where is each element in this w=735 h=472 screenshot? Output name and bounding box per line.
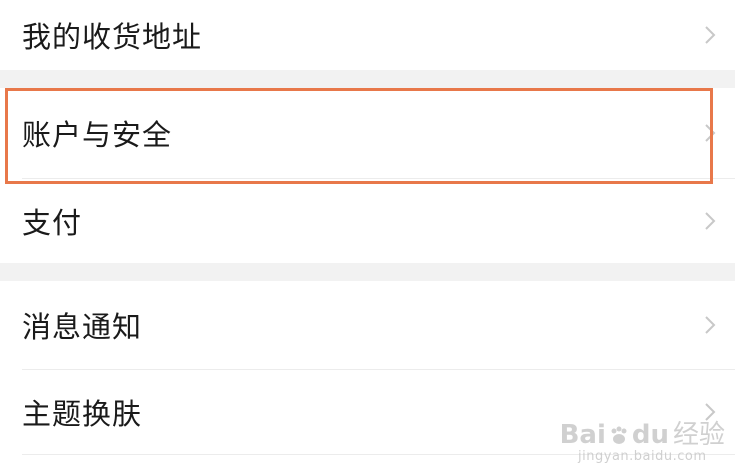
section-separator — [0, 263, 735, 281]
settings-item-label: 支付 — [22, 206, 83, 240]
chevron-right-icon — [705, 212, 716, 230]
watermark: Bai du 经验 jingyan.baidu.com — [560, 414, 725, 464]
watermark-brand-left: Bai — [559, 420, 606, 450]
chevron-right-icon — [705, 124, 716, 142]
settings-item-label: 消息通知 — [22, 310, 143, 344]
paw-icon — [611, 426, 627, 444]
chevron-right-icon — [705, 316, 716, 334]
watermark-brand-right: du — [631, 420, 669, 450]
watermark-url: jingyan.baidu.com — [578, 449, 707, 464]
settings-item-shipping-address[interactable]: 我的收货地址 — [0, 0, 735, 70]
settings-item-account-security[interactable]: 账户与安全 — [0, 88, 735, 178]
chevron-right-icon — [705, 26, 716, 44]
settings-item-label: 主题换肤 — [22, 397, 143, 431]
settings-item-notifications[interactable]: 消息通知 — [0, 281, 735, 369]
watermark-brand: Bai du 经验 — [560, 414, 725, 451]
section-separator — [0, 70, 735, 88]
settings-item-payment[interactable]: 支付 — [0, 179, 735, 263]
watermark-brand-cn: 经验 — [672, 420, 725, 450]
settings-item-label: 我的收货地址 — [22, 20, 203, 54]
settings-item-label: 账户与安全 — [22, 118, 173, 152]
